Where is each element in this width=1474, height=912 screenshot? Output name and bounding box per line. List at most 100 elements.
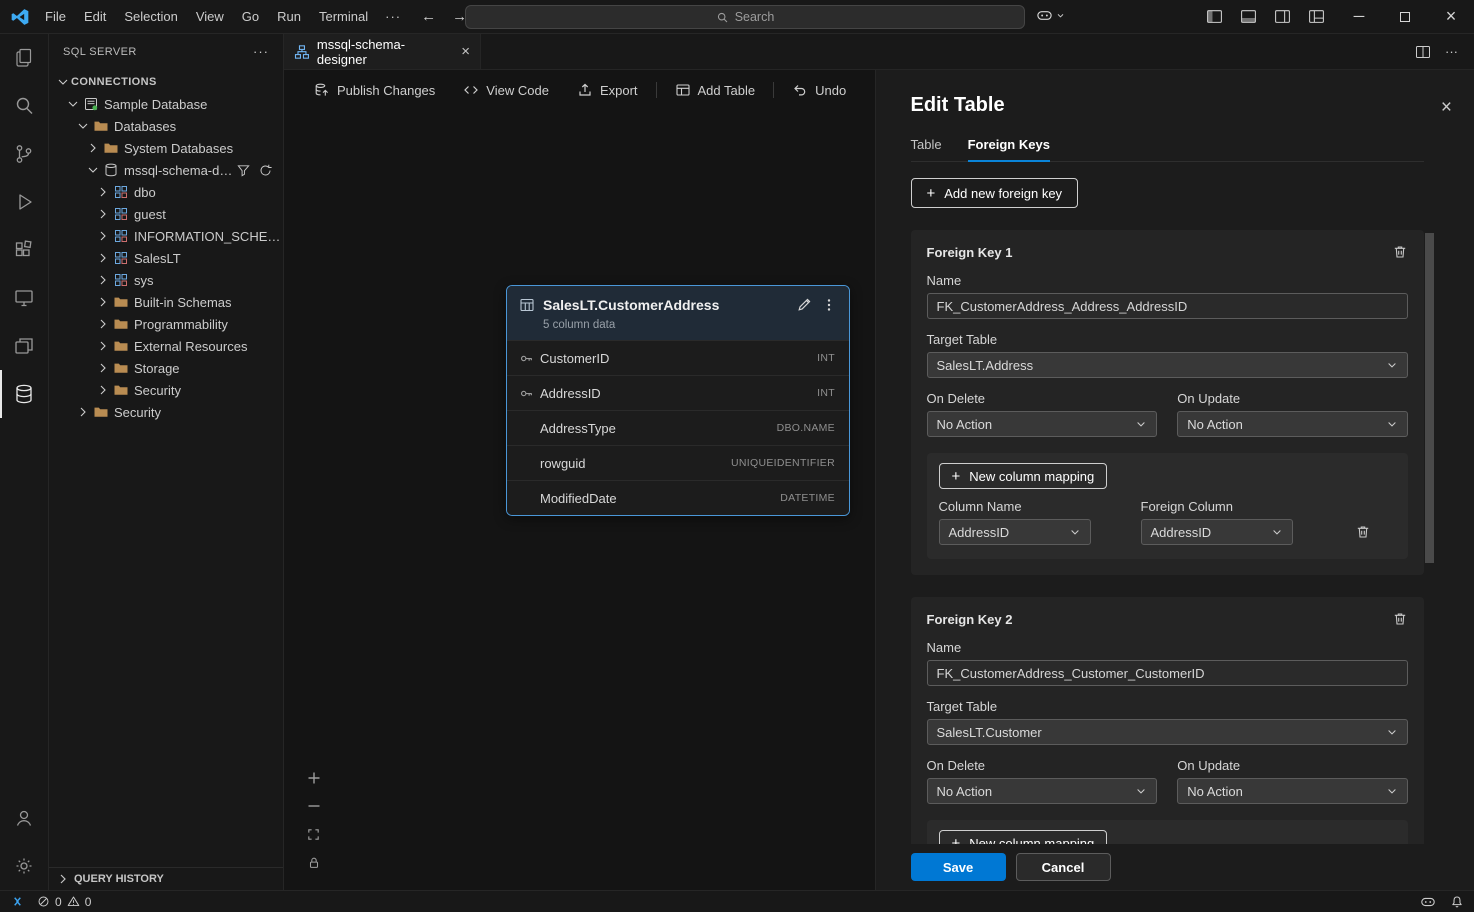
column-row-addresstype[interactable]: AddressTypeDBO.NAME: [507, 410, 849, 445]
run-debug-icon[interactable]: [0, 178, 48, 226]
lock-canvas-icon[interactable]: [307, 856, 321, 870]
close-window-button[interactable]: ×: [1428, 0, 1474, 33]
edit-table-pencil-icon[interactable]: [796, 296, 813, 313]
chevron-down-icon[interactable]: [75, 118, 91, 134]
fk2-name-input[interactable]: FK_CustomerAddress_Customer_CustomerID: [927, 660, 1409, 686]
explorer-icon[interactable]: [0, 34, 48, 82]
menu-terminal[interactable]: Terminal: [310, 0, 377, 33]
add-new-foreign-key-button[interactable]: + Add new foreign key: [911, 178, 1079, 208]
chevron-down-icon[interactable]: [85, 162, 101, 178]
remote-indicator[interactable]: [10, 894, 25, 909]
panel-scrollbar[interactable]: [1425, 233, 1434, 563]
search-view-icon[interactable]: [0, 82, 48, 130]
zoom-out-icon[interactable]: [307, 799, 321, 813]
chevron-right-icon[interactable]: [95, 382, 111, 398]
fit-view-icon[interactable]: [306, 827, 321, 842]
remote-explorer-icon[interactable]: [0, 274, 48, 322]
tree-item-dbo[interactable]: dbo: [49, 181, 283, 203]
delete-foreign-key-2-button[interactable]: [1392, 611, 1408, 627]
fk2-on-delete-select[interactable]: No Action: [927, 778, 1158, 804]
tab-foreign-keys[interactable]: Foreign Keys: [968, 137, 1050, 162]
account-icon[interactable]: [0, 794, 48, 842]
delete-mapping-button[interactable]: [1355, 524, 1371, 540]
fk1-on-update-select[interactable]: No Action: [1177, 411, 1408, 437]
publish-changes-button[interactable]: Publish Changes: [300, 76, 449, 104]
extensions-icon[interactable]: [0, 226, 48, 274]
sidebar-more-actions-button[interactable]: ···: [253, 44, 269, 59]
tab-close-icon[interactable]: ×: [461, 43, 470, 60]
tree-item-saleslt[interactable]: SalesLT: [49, 247, 283, 269]
tree-item-storage[interactable]: Storage: [49, 357, 283, 379]
chevron-right-icon[interactable]: [95, 360, 111, 376]
cancel-button[interactable]: Cancel: [1016, 853, 1111, 881]
fk1-name-input[interactable]: FK_CustomerAddress_Address_AddressID: [927, 293, 1409, 319]
menu-overflow-button[interactable]: ···: [377, 0, 409, 33]
chevron-right-icon[interactable]: [95, 272, 111, 288]
chevron-right-icon[interactable]: [95, 250, 111, 266]
column-row-customerid[interactable]: CustomerIDINT: [507, 340, 849, 375]
copilot-menu-button[interactable]: [1036, 8, 1065, 23]
problems-indicator[interactable]: 0 0: [37, 895, 91, 909]
fk2-target-table-select[interactable]: SalesLT.Customer: [927, 719, 1409, 745]
table-node-header[interactable]: SalesLT.CustomerAddress 5 column data: [507, 286, 849, 340]
diagram-canvas[interactable]: SalesLT.CustomerAddress 5 column data Cu…: [284, 110, 875, 890]
tree-item-security[interactable]: Security: [49, 401, 283, 423]
zoom-in-icon[interactable]: [307, 771, 321, 785]
source-control-icon[interactable]: [0, 130, 48, 178]
chevron-right-icon[interactable]: [95, 228, 111, 244]
tree-item-external-resources[interactable]: External Resources: [49, 335, 283, 357]
minimize-button[interactable]: ─: [1336, 0, 1382, 33]
save-button[interactable]: Save: [911, 853, 1006, 881]
export-button[interactable]: Export: [563, 76, 652, 104]
copilot-status-icon[interactable]: [1420, 895, 1436, 909]
column-row-rowguid[interactable]: rowguidUNIQUEIDENTIFIER: [507, 445, 849, 480]
menu-run[interactable]: Run: [268, 0, 310, 33]
customize-layout-icon[interactable]: [1304, 4, 1328, 30]
chevron-down-icon[interactable]: [55, 74, 71, 90]
fk1-target-table-select[interactable]: SalesLT.Address: [927, 352, 1409, 378]
fk1-new-column-mapping-button[interactable]: + New column mapping: [939, 463, 1108, 489]
table-node-customeraddress[interactable]: SalesLT.CustomerAddress 5 column data Cu…: [506, 285, 850, 516]
tree-item-system-databases[interactable]: System Databases: [49, 137, 283, 159]
sql-server-view-icon[interactable]: [0, 370, 48, 418]
chevron-right-icon[interactable]: [95, 206, 111, 222]
fk1-column-name-select[interactable]: AddressID: [939, 519, 1091, 545]
chevron-right-icon[interactable]: [95, 338, 111, 354]
menu-edit[interactable]: Edit: [75, 0, 115, 33]
fk2-on-update-select[interactable]: No Action: [1177, 778, 1408, 804]
chevron-right-icon[interactable]: [75, 404, 91, 420]
settings-gear-icon[interactable]: [0, 842, 48, 890]
command-center-search[interactable]: Search: [465, 5, 1025, 29]
menu-file[interactable]: File: [36, 0, 75, 33]
tree-item-guest[interactable]: guest: [49, 203, 283, 225]
chevron-down-icon[interactable]: [65, 96, 81, 112]
tree-item-security[interactable]: Security: [49, 379, 283, 401]
tree-item-programmability[interactable]: Programmability: [49, 313, 283, 335]
notifications-bell-icon[interactable]: [1450, 895, 1464, 909]
tree-item-connections[interactable]: CONNECTIONS: [49, 71, 283, 93]
chevron-right-icon[interactable]: [95, 294, 111, 310]
menu-go[interactable]: Go: [233, 0, 268, 33]
tree-item-mssql-schema-de[interactable]: mssql-schema-de...: [49, 159, 283, 181]
chevron-right-icon[interactable]: [85, 140, 101, 156]
split-editor-icon[interactable]: [1415, 44, 1431, 60]
toggle-secondary-sidebar-icon[interactable]: [1270, 4, 1294, 30]
column-row-addressid[interactable]: AddressIDINT: [507, 375, 849, 410]
delete-foreign-key-1-button[interactable]: [1392, 244, 1408, 260]
query-history-section[interactable]: QUERY HISTORY: [49, 867, 283, 890]
fk1-foreign-column-select[interactable]: AddressID: [1141, 519, 1293, 545]
toggle-primary-sidebar-icon[interactable]: [1202, 4, 1226, 30]
tree-item-built-in-schemas[interactable]: Built-in Schemas: [49, 291, 283, 313]
add-table-button[interactable]: Add Table: [661, 76, 770, 104]
tree-item-sample-database[interactable]: Sample Database: [49, 93, 283, 115]
fk2-new-column-mapping-button[interactable]: + New column mapping: [939, 830, 1108, 844]
filter-icon[interactable]: [236, 163, 251, 178]
table-designer-icon[interactable]: [0, 322, 48, 370]
tab-mssql-schema-designer[interactable]: mssql-schema-designer ×: [284, 34, 481, 69]
table-node-menu-icon[interactable]: [821, 297, 837, 313]
chevron-right-icon[interactable]: [95, 184, 111, 200]
view-code-button[interactable]: View Code: [449, 76, 563, 104]
toggle-panel-icon[interactable]: [1236, 4, 1260, 30]
tab-table[interactable]: Table: [911, 137, 942, 161]
tree-item-information-schema[interactable]: INFORMATION_SCHEMA: [49, 225, 283, 247]
